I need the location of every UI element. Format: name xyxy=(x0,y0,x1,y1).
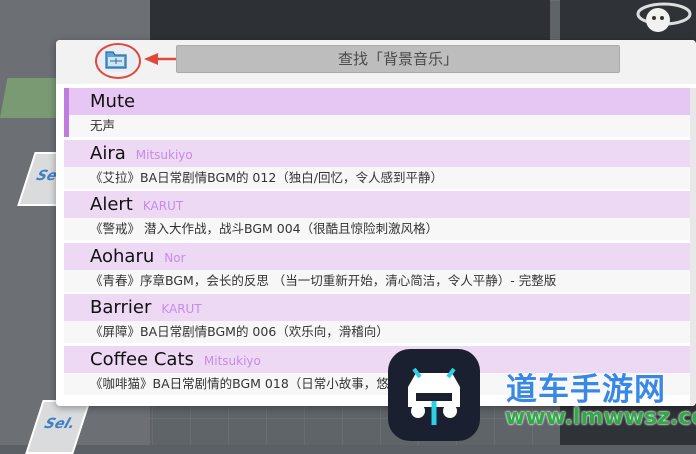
bgm-track-list: Mute 无声 Aira Mitsukiyo 《艾拉》BA日常剧情BGM的 012… xyxy=(64,88,696,406)
track-description: 《警戒》 潜入大作战，战斗BGM 004（很酷且惊险刺激风格） xyxy=(90,221,439,236)
track-row[interactable]: Alert KARUT 《警戒》 潜入大作战，战斗BGM 004（很酷且惊险刺激风… xyxy=(64,191,696,243)
chip-label: Sel. xyxy=(42,416,78,432)
track-title: Coffee Cats xyxy=(90,348,194,370)
track-title: Barrier xyxy=(90,297,152,318)
track-row[interactable]: Barrier KARUT 《屏障》BA日常剧情BGM的 006（欢乐向，滑稽向） xyxy=(64,294,696,346)
selected-indicator xyxy=(64,88,69,137)
track-description: 《青春》序章BGM，会长的反思 （当一切重新开始，清心简洁，令人平静）- 完整版 xyxy=(90,272,557,288)
track-description: 无声 xyxy=(90,118,116,133)
background-dark-strip xyxy=(150,0,550,40)
track-artist: Nor xyxy=(164,250,186,265)
car-logo-icon xyxy=(408,367,460,425)
track-description: 《屏障》BA日常剧情BGM的 006（欢乐向，滑稽向） xyxy=(90,324,389,339)
watermark-url: www.lmwwsz.com xyxy=(505,405,696,430)
search-input[interactable]: 查找「背景音乐」 xyxy=(176,45,620,73)
track-artist: KARUT xyxy=(142,199,184,213)
track-title: Aira xyxy=(90,142,126,164)
watermark-site-name: 道车手游网 xyxy=(506,372,666,408)
track-description: 《艾拉》BA日常剧情BGM的 012（独白/回忆，令人感到平静） xyxy=(90,169,443,185)
track-row[interactable]: Aoharu Nor 《青春》序章BGM，会长的反思 （当一切重新开始，清心简洁，… xyxy=(64,242,696,294)
track-title: Mute xyxy=(90,91,136,112)
creature-sprite-icon xyxy=(636,2,692,32)
track-row[interactable]: Aira Mitsukiyo 《艾拉》BA日常剧情BGM的 012（独白/回忆，令… xyxy=(64,139,696,191)
dialog-header: 查找「背景音乐」 xyxy=(56,40,696,84)
track-row[interactable]: Mute 无声 xyxy=(64,88,696,140)
background-green-tile xyxy=(0,78,62,118)
track-artist: Mitsukiyo xyxy=(135,147,193,162)
track-title: Aoharu xyxy=(90,245,155,267)
track-artist: KARUT xyxy=(161,302,202,316)
bgm-select-dialog: 查找「背景音乐」 Mute 无声 Aira Mitsukiyo 《艾拉》BA日常剧… xyxy=(56,40,696,406)
watermark-logo xyxy=(388,349,480,441)
track-artist: Mitsukiyo xyxy=(203,353,261,368)
list-scrollbar[interactable] xyxy=(690,88,696,406)
annotation-circle xyxy=(95,43,141,79)
track-title: Alert xyxy=(90,194,133,215)
